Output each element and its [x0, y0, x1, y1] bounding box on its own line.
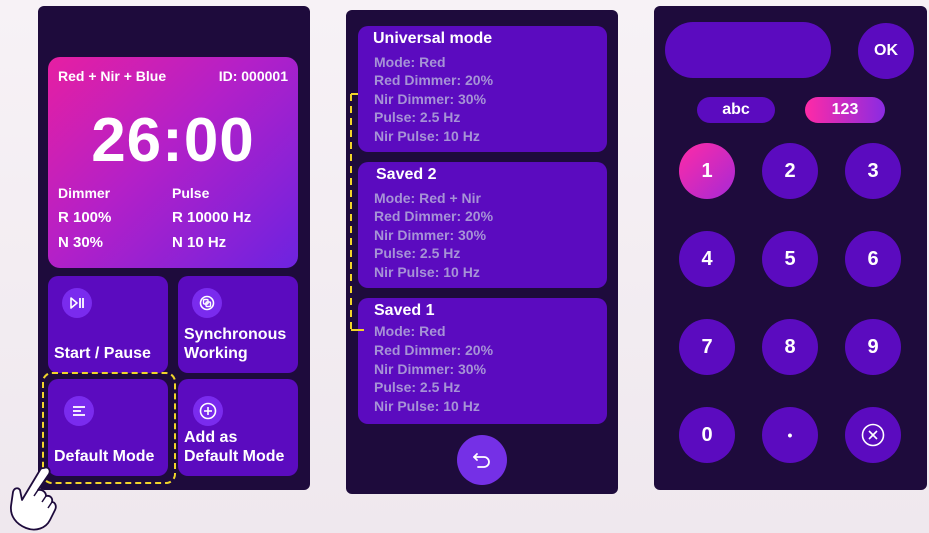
program-name: Red + Nir + Blue — [58, 68, 167, 84]
sync-label-line2: Working — [184, 345, 248, 362]
close-circle-icon — [861, 423, 885, 447]
back-button[interactable] — [457, 435, 507, 485]
sync-icon — [192, 288, 222, 318]
sync-label-line1: Synchronous — [184, 326, 287, 343]
keypad-panel: OK abc 123 1 2 3 4 5 6 7 8 9 0 • — [654, 6, 927, 490]
synchronous-working-label: Synchronous Working — [184, 325, 286, 363]
mode-line: Mode: Red — [374, 323, 446, 339]
abc-mode-toggle[interactable]: abc — [697, 97, 775, 123]
start-pause-label: Start / Pause — [54, 345, 151, 362]
pulse-label: Pulse — [172, 185, 210, 201]
add-as-default-mode-label: Add as Default Mode — [184, 428, 284, 466]
key-dot[interactable]: • — [762, 407, 818, 463]
status-card: Red + Nir + Blue ID: 000001 26:00 Dimmer… — [48, 57, 298, 268]
mode-line: Mode: Red — [374, 54, 446, 70]
pulse-nir-value: N 10 Hz — [172, 234, 227, 251]
pulse-line: Pulse: 2.5 Hz — [374, 109, 461, 125]
backspace-button[interactable] — [845, 407, 901, 463]
mode-card-saved-2[interactable]: Saved 2 Mode: Red + Nir Red Dimmer: 20% … — [358, 162, 607, 288]
key-8[interactable]: 8 — [762, 319, 818, 375]
pulse-line: Pulse: 2.5 Hz — [374, 379, 461, 395]
dimmer-nir-value: N 30% — [58, 234, 104, 251]
nir-dimmer-line: Nir Dimmer: 30% — [374, 361, 487, 377]
synchronous-working-button[interactable]: Synchronous Working — [178, 276, 298, 373]
mode-card-saved-1[interactable]: Saved 1 Mode: Red Red Dimmer: 20% Nir Di… — [358, 298, 607, 424]
red-dimmer-line: Red Dimmer: 20% — [374, 208, 494, 224]
key-0[interactable]: 0 — [679, 407, 735, 463]
dimmer-label: Dimmer — [58, 185, 111, 201]
ok-button[interactable]: OK — [858, 23, 914, 79]
dimmer-red-value: R 100% — [58, 209, 112, 226]
mode-card-universal[interactable]: Universal mode Mode: Red Red Dimmer: 20%… — [358, 26, 607, 152]
key-4[interactable]: 4 — [679, 231, 735, 287]
key-9[interactable]: 9 — [845, 319, 901, 375]
red-dimmer-line: Red Dimmer: 20% — [374, 342, 494, 358]
key-6[interactable]: 6 — [845, 231, 901, 287]
nir-pulse-line: Nir Pulse: 10 Hz — [374, 264, 480, 280]
mode-title: Universal mode — [373, 30, 493, 47]
key-2[interactable]: 2 — [762, 143, 818, 199]
pulse-red-value: R 10000 Hz — [172, 209, 252, 226]
add-default-line2: Default Mode — [184, 448, 285, 465]
add-as-default-mode-button[interactable]: Add as Default Mode — [178, 379, 298, 476]
play-pause-icon — [62, 288, 92, 318]
nir-pulse-line: Nir Pulse: 10 Hz — [374, 128, 480, 144]
red-dimmer-line: Red Dimmer: 20% — [374, 72, 494, 88]
add-default-line1: Add as — [184, 429, 238, 446]
control-panel: Red + Nir + Blue ID: 000001 26:00 Dimmer… — [38, 6, 310, 490]
nir-dimmer-line: Nir Dimmer: 30% — [374, 227, 487, 243]
mode-list-panel: Universal mode Mode: Red Red Dimmer: 20%… — [346, 10, 618, 494]
key-3[interactable]: 3 — [845, 143, 901, 199]
list-bracket — [350, 93, 364, 331]
mode-line: Mode: Red + Nir — [374, 190, 481, 206]
pointing-hand-icon — [10, 466, 57, 531]
key-1[interactable]: 1 — [679, 143, 735, 199]
key-7[interactable]: 7 — [679, 319, 735, 375]
numeric-display-field[interactable] — [665, 22, 831, 78]
mode-title: Saved 2 — [376, 166, 437, 183]
device-id: ID: 000001 — [218, 68, 288, 84]
start-pause-button[interactable]: Start / Pause — [48, 276, 168, 373]
nir-dimmer-line: Nir Dimmer: 30% — [374, 91, 487, 107]
undo-arrow-icon — [473, 453, 490, 468]
pulse-line: Pulse: 2.5 Hz — [374, 245, 461, 261]
mode-title: Saved 1 — [374, 302, 435, 319]
plus-circle-icon — [193, 396, 223, 426]
highlight-default-mode — [42, 372, 176, 484]
timer-display: 26:00 — [91, 106, 255, 175]
number-mode-toggle[interactable]: 123 — [805, 97, 885, 123]
nir-pulse-line: Nir Pulse: 10 Hz — [374, 398, 480, 414]
key-5[interactable]: 5 — [762, 231, 818, 287]
